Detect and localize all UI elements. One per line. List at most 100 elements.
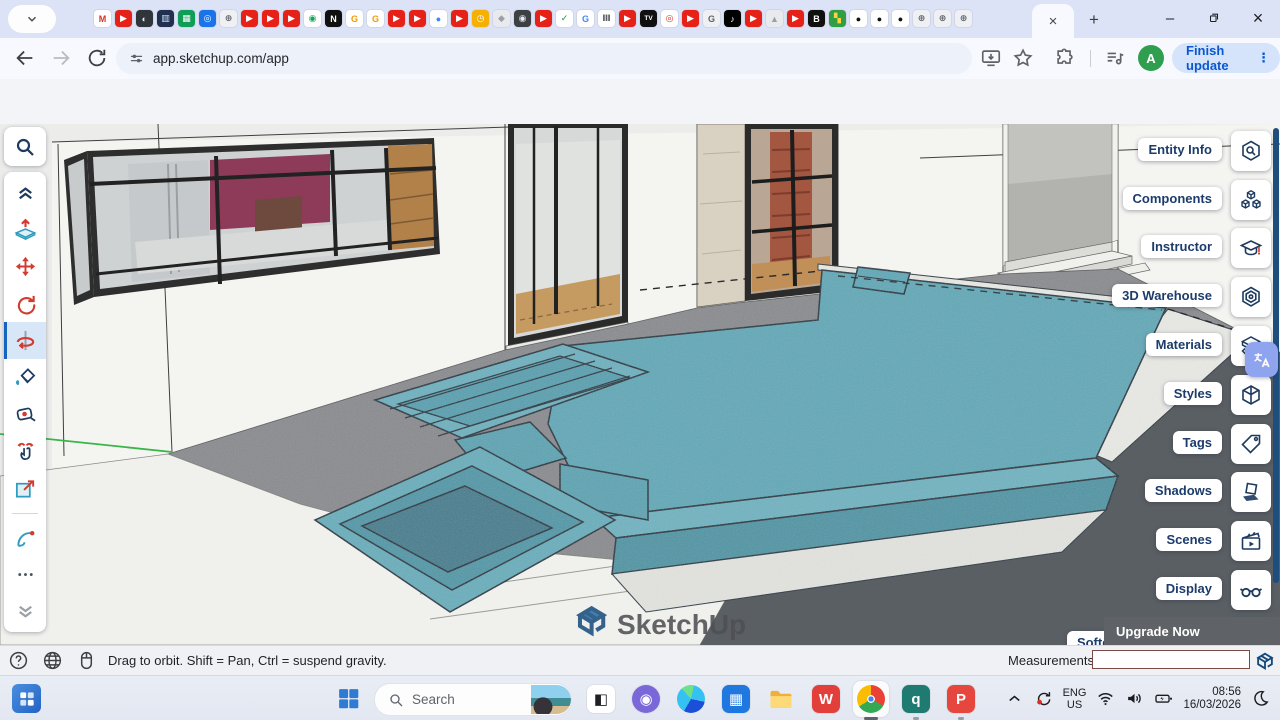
start-button[interactable]	[336, 686, 361, 711]
clock[interactable]: 08:56 16/03/2026	[1183, 686, 1241, 712]
measurements-input[interactable]	[1092, 650, 1250, 669]
taskbar-app-chrome[interactable]	[853, 681, 889, 717]
menu-dots-icon[interactable]: ⋮	[1257, 50, 1270, 66]
3d-viewport[interactable]: SketchUp	[0, 124, 1280, 645]
taskbar-search[interactable]: Search	[374, 683, 572, 716]
search-tool-button[interactable]	[4, 127, 46, 166]
pinned-tab-field[interactable]: ▚	[829, 10, 846, 27]
pinned-tab-spiral[interactable]: ◐	[136, 10, 153, 27]
pinned-tab-globe[interactable]: ⊕	[913, 10, 930, 27]
help-icon[interactable]	[8, 650, 29, 671]
new-tab-button[interactable]: +	[1082, 8, 1106, 32]
pinned-tab-globe[interactable]: ⊕	[955, 10, 972, 27]
tool-more-tools[interactable]	[4, 556, 46, 593]
panel-button-instructor[interactable]	[1231, 228, 1271, 268]
volume-icon[interactable]	[1125, 689, 1144, 708]
pinned-tab-b-app[interactable]: B	[808, 10, 825, 27]
close-tab-icon[interactable]: ×	[1049, 13, 1058, 30]
pinned-tab-gmail[interactable]: M	[94, 10, 111, 27]
pinned-tab-youtube[interactable]: ▶	[262, 10, 279, 27]
tool-rotate[interactable]	[4, 285, 46, 322]
language-globe-icon[interactable]	[42, 650, 63, 671]
pinned-tab-clapper[interactable]: ▥	[157, 10, 174, 27]
pinned-tab-target[interactable]: ◎	[661, 10, 678, 27]
pinned-tab-youtube[interactable]: ▶	[682, 10, 699, 27]
back-button[interactable]	[14, 47, 36, 69]
wifi-icon[interactable]	[1096, 689, 1115, 708]
pinned-tab-globe[interactable]: ⊕	[220, 10, 237, 27]
tool-scale[interactable]	[4, 470, 46, 507]
taskbar-app-wps-slides[interactable]: P	[943, 681, 979, 717]
active-tab[interactable]: ×	[1032, 4, 1074, 38]
pinned-tab-camera[interactable]: ◉	[514, 10, 531, 27]
pinned-tab-youtube[interactable]: ▶	[535, 10, 552, 27]
tool-arc[interactable]	[4, 519, 46, 556]
url-text[interactable]: app.sketchup.com/app	[153, 51, 289, 66]
panel-button-tags[interactable]	[1231, 424, 1271, 464]
extensions-icon[interactable]	[1054, 47, 1076, 69]
panel-button-styles[interactable]	[1231, 375, 1271, 415]
tool-push-pull[interactable]	[4, 211, 46, 248]
pinned-tab-g-color[interactable]: G	[577, 10, 594, 27]
tool-collapse-toolbar[interactable]	[4, 174, 46, 211]
translate-button[interactable]	[1245, 342, 1278, 377]
pinned-tab-shield[interactable]: ✓	[556, 10, 573, 27]
pinned-tab-sheets[interactable]: ▦	[178, 10, 195, 27]
panel-button-shadows[interactable]	[1231, 472, 1271, 512]
pinned-tab-clock[interactable]: ◷	[472, 10, 489, 27]
tool-paint[interactable]	[4, 359, 46, 396]
taskbar-app-photos-app[interactable]: ◧	[583, 681, 619, 717]
search-highlight-image[interactable]	[531, 685, 571, 714]
tool-expand-toolbar[interactable]	[4, 593, 46, 630]
taskbar-app-store[interactable]: ▦	[718, 681, 754, 717]
pinned-tab-tiktok[interactable]: ♪	[724, 10, 741, 27]
pinned-tab-globe[interactable]: ⊕	[934, 10, 951, 27]
pinned-tab-n-app[interactable]: N	[325, 10, 342, 27]
panel-button-scenes[interactable]	[1231, 521, 1271, 561]
pinned-tab-youtube[interactable]: ▶	[241, 10, 258, 27]
taskbar-app-wps-writer[interactable]: W	[808, 681, 844, 717]
panel-button-components[interactable]	[1231, 180, 1271, 220]
address-bar[interactable]: app.sketchup.com/app	[116, 43, 972, 74]
window-close-button[interactable]: ×	[1236, 0, 1280, 36]
pinned-tab-youtube[interactable]: ▶	[283, 10, 300, 27]
pinned-tab-compass[interactable]: ◎	[199, 10, 216, 27]
panel-button-entity-info[interactable]	[1231, 131, 1271, 171]
browser-profile-avatar[interactable]: A	[1138, 45, 1164, 71]
pinned-tab-badge[interactable]: ◆	[493, 10, 510, 27]
forward-button[interactable]	[50, 47, 72, 69]
taskbar-app-file-explorer[interactable]	[763, 681, 799, 717]
finish-update-button[interactable]: Finish update ⋮	[1172, 43, 1280, 73]
pinned-tab-youtube[interactable]: ▶	[409, 10, 426, 27]
tool-follow-me[interactable]	[4, 322, 46, 359]
pinned-tab-g-orange[interactable]: G	[346, 10, 363, 27]
tray-overflow-icon[interactable]	[1005, 689, 1024, 708]
widgets-button[interactable]	[12, 684, 41, 713]
pinned-tab-photo[interactable]: ▲	[766, 10, 783, 27]
reading-list-icon[interactable]	[1104, 47, 1126, 69]
update-sync-icon[interactable]	[1034, 689, 1053, 708]
pinned-tab-youtube[interactable]: ▶	[619, 10, 636, 27]
window-minimize-button[interactable]: –	[1148, 0, 1192, 36]
pinned-tab-youtube[interactable]: ▶	[745, 10, 762, 27]
site-info-icon[interactable]	[128, 50, 145, 67]
pinned-tab-youtube[interactable]: ▶	[451, 10, 468, 27]
pinned-tab-sphere[interactable]: ●	[430, 10, 447, 27]
pinned-tab-youtube[interactable]: ▶	[115, 10, 132, 27]
tool-move[interactable]	[4, 248, 46, 285]
upgrade-banner[interactable]: Upgrade Now	[1104, 617, 1280, 645]
pinned-tab-stats[interactable]: Ⅲ	[598, 10, 615, 27]
bookmark-star-icon[interactable]	[1012, 47, 1034, 69]
pinned-tab-dark-dot[interactable]: ●	[850, 10, 867, 27]
taskbar-app-chat-app[interactable]: ◉	[628, 681, 664, 717]
window-restore-button[interactable]	[1192, 0, 1236, 36]
language-indicator[interactable]: ENG US	[1063, 687, 1087, 711]
reload-button[interactable]	[86, 47, 108, 69]
pinned-tab-green-ring[interactable]: ◉	[304, 10, 321, 27]
panel-button-warehouse[interactable]	[1231, 277, 1271, 317]
install-app-icon[interactable]	[980, 47, 1002, 69]
panel-button-display[interactable]	[1231, 570, 1271, 610]
pinned-tab-tv[interactable]: TV	[640, 10, 657, 27]
pinned-tab-youtube[interactable]: ▶	[787, 10, 804, 27]
do-not-disturb-icon[interactable]	[1251, 689, 1270, 708]
